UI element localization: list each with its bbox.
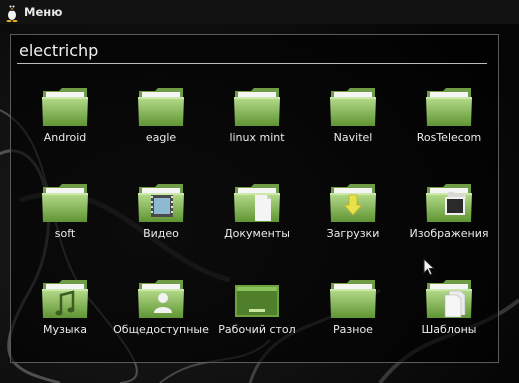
folder-label: Музыка xyxy=(43,323,87,336)
folder-downloads[interactable]: Загрузки xyxy=(305,175,401,265)
folder-templates-icon xyxy=(426,280,472,318)
folder-music-icon xyxy=(42,280,88,318)
folder-misc[interactable]: Разное xyxy=(305,271,401,361)
folder-icon xyxy=(42,184,88,222)
folder-icon xyxy=(330,88,376,126)
folder-label: Navitel xyxy=(333,131,373,144)
folder-label: Android xyxy=(43,131,87,144)
folder-label: soft xyxy=(54,227,76,240)
folder-download-icon xyxy=(330,184,376,222)
folder-music[interactable]: Музыка xyxy=(17,271,113,361)
folder-soft[interactable]: soft xyxy=(17,175,113,265)
folder-pictures-icon xyxy=(426,184,472,222)
taskbar: Меню xyxy=(0,0,519,24)
folder-android[interactable]: Android xyxy=(17,79,113,169)
folder-public[interactable]: Общедоступные xyxy=(113,271,209,361)
folder-pictures[interactable]: Изображения xyxy=(401,175,497,265)
folder-documents[interactable]: Документы xyxy=(209,175,305,265)
folder-rostelecom[interactable]: RosTelecom xyxy=(401,79,497,169)
folder-label: Разное xyxy=(333,323,373,336)
folder-icon xyxy=(234,88,280,126)
folder-desktop-icon xyxy=(235,285,279,317)
folder-label: Общедоступные xyxy=(113,323,209,336)
folder-video[interactable]: Видео xyxy=(113,175,209,265)
folder-label: Загрузки xyxy=(326,227,380,240)
folder-icon xyxy=(426,88,472,126)
folder-label: Шаблоны xyxy=(421,323,477,336)
menu-label: Меню xyxy=(24,5,63,19)
folder-label: Изображения xyxy=(409,227,489,240)
folder-eagle[interactable]: eagle xyxy=(113,79,209,169)
folder-public-icon xyxy=(138,280,184,318)
folder-label: eagle xyxy=(145,131,177,144)
home-folder-window: electrichp Android eagle linux mint Navi… xyxy=(10,34,499,363)
folder-icon xyxy=(42,88,88,126)
folder-linux-mint[interactable]: linux mint xyxy=(209,79,305,169)
folder-documents-icon xyxy=(234,184,280,222)
folder-label: Документы xyxy=(224,227,290,240)
folder-grid: Android eagle linux mint Navitel RosTele… xyxy=(11,35,498,362)
folder-label: linux mint xyxy=(229,131,285,144)
folder-desktop[interactable]: Рабочий стол xyxy=(209,271,305,361)
folder-icon xyxy=(330,280,376,318)
folder-video-icon xyxy=(138,184,184,222)
folder-label: RosTelecom xyxy=(416,131,482,144)
folder-navitel[interactable]: Navitel xyxy=(305,79,401,169)
mouse-pointer-icon xyxy=(423,258,435,276)
folder-icon xyxy=(138,88,184,126)
tux-penguin-icon xyxy=(6,3,18,22)
menu-button[interactable]: Меню xyxy=(3,2,62,22)
folder-label: Видео xyxy=(143,227,179,240)
folder-templates[interactable]: Шаблоны xyxy=(401,271,497,361)
folder-label: Рабочий стол xyxy=(218,323,296,336)
